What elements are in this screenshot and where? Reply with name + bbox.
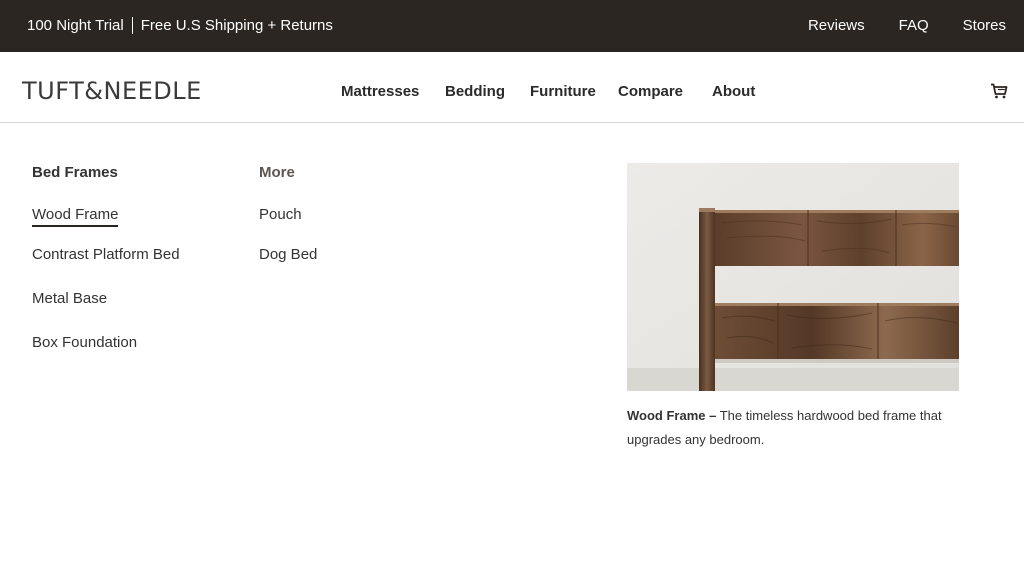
menu-item-contrast-platform-bed[interactable]: Contrast Platform Bed xyxy=(32,246,180,263)
shipping-text: Free U.S Shipping + Returns xyxy=(140,17,333,34)
promo-text: 100 Night Trial Free U.S Shipping + Retu… xyxy=(27,17,333,34)
nav-compare[interactable]: Compare xyxy=(618,83,683,100)
stores-link[interactable]: Stores xyxy=(963,17,1006,34)
nav-about[interactable]: About xyxy=(712,83,755,100)
bed-frames-column: Bed Frames Wood Frame Contrast Platform … xyxy=(32,164,252,364)
more-heading: More xyxy=(259,164,295,181)
feature-caption: Wood Frame – The timeless hardwood bed f… xyxy=(627,404,967,452)
cart-icon[interactable] xyxy=(990,83,1008,99)
nav-bedding[interactable]: Bedding xyxy=(445,83,505,100)
trial-text: 100 Night Trial xyxy=(27,17,124,34)
nav-links: Mattresses Bedding Furniture Compare Abo… xyxy=(0,83,1024,103)
reviews-link[interactable]: Reviews xyxy=(808,17,865,34)
utility-links: Reviews FAQ Stores xyxy=(808,17,1006,34)
main-navigation: TUFT&NEEDLE Mattresses Bedding Furniture… xyxy=(0,52,1024,123)
bed-frames-heading: Bed Frames xyxy=(32,164,118,181)
nav-mattresses[interactable]: Mattresses xyxy=(341,83,419,100)
announcement-bar: 100 Night Trial Free U.S Shipping + Retu… xyxy=(0,0,1024,52)
divider xyxy=(131,17,133,34)
wood-frame-image[interactable] xyxy=(627,163,959,391)
menu-item-metal-base[interactable]: Metal Base xyxy=(32,290,107,307)
faq-link[interactable]: FAQ xyxy=(899,17,929,34)
menu-item-wood-frame[interactable]: Wood Frame xyxy=(32,206,119,227)
menu-item-box-foundation[interactable]: Box Foundation xyxy=(32,334,137,351)
menu-item-dog-bed[interactable]: Dog Bed xyxy=(259,246,317,263)
feature-title: Wood Frame – xyxy=(627,408,717,423)
more-column: More Pouch Dog Bed xyxy=(259,164,419,284)
menu-item-pouch[interactable]: Pouch xyxy=(259,206,302,223)
nav-furniture[interactable]: Furniture xyxy=(530,83,596,100)
